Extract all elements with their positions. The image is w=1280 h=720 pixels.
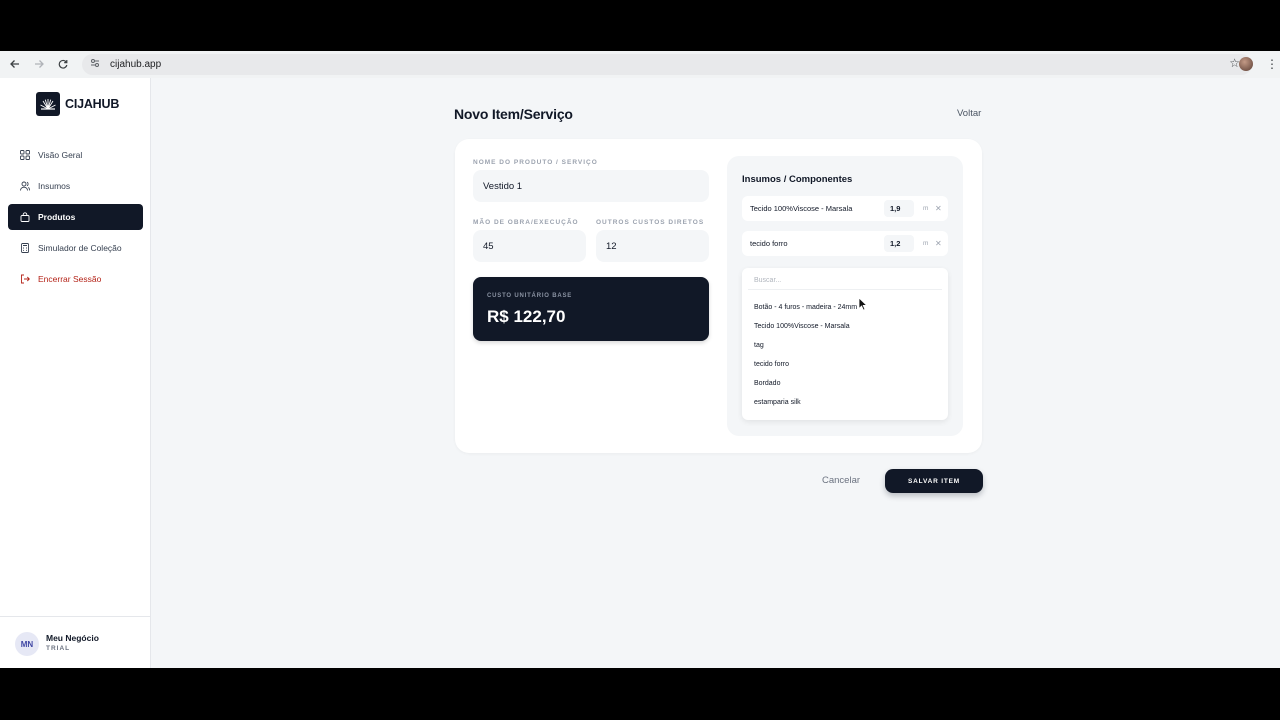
sidebar-item-visao-geral[interactable]: Visão Geral	[8, 142, 143, 168]
save-item-button[interactable]: SALVAR ITEM	[885, 469, 983, 493]
dropdown-option[interactable]: estamparia silk	[754, 399, 801, 406]
reload-icon[interactable]	[51, 52, 75, 76]
avatar: MN	[15, 632, 39, 656]
sidebar-item-produtos[interactable]: Produtos	[8, 204, 143, 230]
app-root: CIJAHUB Visão Geral Insumos Produtos Sim…	[0, 78, 1280, 668]
profile-avatar[interactable]	[1239, 57, 1253, 71]
address-bar[interactable]: cijahub.app ☆	[82, 54, 1252, 75]
mouse-cursor-icon	[858, 297, 868, 311]
component-search-input[interactable]: Buscar...	[748, 272, 942, 290]
sidebar-item-label: Simulador de Coleção	[38, 243, 122, 253]
component-row: Tecido 100%Viscose - Marsala 1,9 m ✕	[742, 196, 948, 221]
component-name: Tecido 100%Viscose - Marsala	[750, 204, 853, 213]
components-title: Insumos / Componentes	[742, 174, 853, 185]
dropdown-option[interactable]: Botão - 4 furos - madeira - 24mm	[754, 304, 857, 311]
cancel-button[interactable]: Cancelar	[822, 475, 860, 486]
brand-logo[interactable]: CIJAHUB	[36, 92, 119, 116]
product-name-input[interactable]: Vestido 1	[473, 170, 709, 202]
tune-icon[interactable]	[90, 58, 104, 71]
sidebar-item-logout[interactable]: Encerrar Sessão	[8, 266, 143, 292]
product-name-label: NOME DO PRODUTO / SERVIÇO	[473, 159, 598, 166]
dropdown-option[interactable]: tag	[754, 342, 764, 349]
screen-letterbox-top	[0, 0, 1280, 51]
sidebar-item-insumos[interactable]: Insumos	[8, 173, 143, 199]
screen-letterbox-bottom	[0, 668, 1280, 720]
grid-icon	[20, 150, 30, 160]
unit-cost-panel: CUSTO UNITÁRIO BASE R$ 122,70	[473, 277, 709, 341]
component-name: tecido forro	[750, 239, 788, 248]
arrow-right-icon[interactable]	[27, 52, 51, 76]
bag-icon	[20, 212, 30, 222]
sidebar-item-label: Encerrar Sessão	[38, 274, 102, 284]
unit-cost-value: R$ 122,70	[487, 307, 566, 326]
sidebar-item-label: Visão Geral	[38, 150, 83, 160]
dropdown-option[interactable]: Bordado	[754, 380, 780, 387]
sidebar-item-simulador[interactable]: Simulador de Coleção	[8, 235, 143, 261]
sunburst-icon	[36, 92, 60, 116]
close-icon[interactable]: ✕	[935, 204, 942, 213]
user-name: Meu Negócio	[46, 633, 99, 643]
unit-cost-label: CUSTO UNITÁRIO BASE	[487, 293, 573, 299]
calculator-icon	[20, 243, 30, 253]
other-costs-label: OUTROS CUSTOS DIRETOS	[596, 219, 705, 226]
dropdown-option[interactable]: tecido forro	[754, 361, 789, 368]
page-title: Novo Item/Serviço	[454, 106, 573, 122]
close-icon[interactable]: ✕	[935, 239, 942, 248]
sidebar-item-label: Insumos	[38, 181, 71, 191]
dropdown-option[interactable]: Tecido 100%Viscose - Marsala	[754, 323, 850, 330]
sidebar-item-label: Produtos	[38, 212, 76, 222]
item-form-card: NOME DO PRODUTO / SERVIÇO Vestido 1 MÃO …	[455, 139, 982, 453]
brand-name: CIJAHUB	[65, 97, 120, 111]
browser-toolbar: cijahub.app ☆	[0, 51, 1280, 78]
arrow-left-icon[interactable]	[3, 52, 27, 76]
sidebar: CIJAHUB Visão Geral Insumos Produtos Sim…	[0, 78, 151, 668]
labor-input[interactable]: 45	[473, 230, 586, 262]
component-row: tecido forro 1,2 m ✕	[742, 231, 948, 256]
component-dropdown: Buscar... Botão - 4 furos - madeira - 24…	[742, 268, 948, 420]
component-qty-input[interactable]: 1,9	[884, 200, 914, 217]
user-account[interactable]: MN Meu Negócio TRIAL	[0, 616, 150, 668]
component-qty-input[interactable]: 1,2	[884, 235, 914, 252]
plan-badge: TRIAL	[46, 645, 71, 652]
users-icon	[20, 181, 30, 191]
back-link[interactable]: Voltar	[957, 108, 981, 119]
logout-icon	[20, 274, 30, 284]
component-unit: m	[923, 205, 929, 212]
components-panel: Insumos / Componentes Tecido 100%Viscose…	[727, 156, 963, 436]
other-costs-input[interactable]: 12	[596, 230, 709, 262]
component-unit: m	[923, 240, 929, 247]
url-text: cijahub.app	[110, 59, 162, 70]
labor-label: MÃO DE OBRA/EXECUÇÃO	[473, 219, 579, 226]
kebab-icon[interactable]: ⋮	[1266, 56, 1278, 72]
